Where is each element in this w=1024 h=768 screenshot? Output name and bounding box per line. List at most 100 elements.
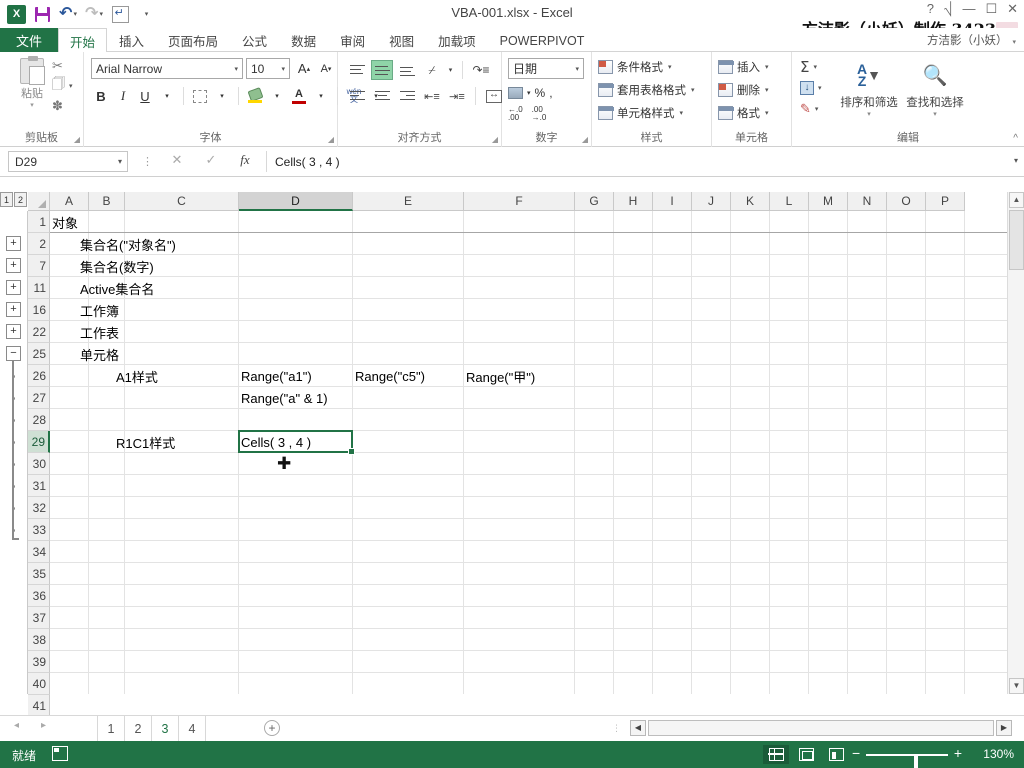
column-header-M[interactable]: M — [809, 192, 848, 211]
horizontal-scrollbar[interactable]: ◀ ▶ — [630, 720, 1012, 737]
tab-page-layout[interactable]: 页面布局 — [156, 28, 230, 52]
vertical-scrollbar[interactable]: ▲ ▼ — [1007, 192, 1024, 694]
column-header-O[interactable]: O — [887, 192, 926, 211]
row-header-22[interactable]: 22 — [28, 321, 50, 343]
cut-button[interactable]: ✂ — [52, 56, 82, 76]
alignment-dialog-launcher-icon[interactable]: ◢ — [492, 135, 498, 144]
italic-button[interactable]: I — [113, 85, 133, 107]
column-header-C[interactable]: C — [125, 192, 239, 211]
scroll-left-icon[interactable]: ◀ — [630, 720, 646, 736]
row-header-39[interactable]: 39 — [28, 651, 50, 673]
column-header-D[interactable]: D — [239, 192, 353, 211]
cell[interactable]: Range("c5") — [355, 365, 425, 387]
cell[interactable]: 集合名("对象名") — [80, 233, 176, 255]
chevron-down-icon[interactable]: ▾ — [311, 85, 331, 107]
find-select-button[interactable]: 🔍 查找和选择 ▾ — [904, 56, 966, 119]
font-size-combo[interactable]: 10 ▾ — [246, 58, 290, 79]
cell[interactable]: R1C1样式 — [116, 431, 175, 453]
column-header-E[interactable]: E — [353, 192, 464, 211]
comma-style-button[interactable]: , — [549, 83, 552, 102]
cell[interactable]: Range("甲") — [466, 365, 535, 387]
format-as-table-button[interactable]: 套用表格格式 ▾ — [598, 82, 695, 98]
close-icon[interactable]: ✕ — [1007, 2, 1018, 15]
outline-expand-button[interactable]: + — [6, 324, 21, 339]
row-header-30[interactable]: 30 — [28, 453, 50, 475]
sheet-tab-1[interactable]: 1 — [97, 716, 125, 742]
bold-button[interactable]: B — [91, 85, 111, 107]
increase-indent-button[interactable]: ⇥≡ — [446, 86, 468, 106]
row-header-26[interactable]: 26 — [28, 365, 50, 387]
row-header-2[interactable]: 2 — [28, 233, 50, 255]
column-header-P[interactable]: P — [926, 192, 965, 211]
row-header-40[interactable]: 40 — [28, 673, 50, 695]
fill-button[interactable]: ↓ ▾ — [800, 77, 822, 98]
font-dialog-launcher-icon[interactable]: ◢ — [328, 135, 334, 144]
cell[interactable]: 工作簿 — [80, 299, 119, 321]
sheet-tab-2[interactable]: 2 — [124, 716, 152, 742]
align-center-button[interactable] — [371, 86, 393, 106]
align-middle-button[interactable] — [371, 60, 393, 80]
page-layout-view-button[interactable] — [793, 745, 819, 764]
font-name-combo[interactable]: Arial Narrow ▾ — [91, 58, 243, 79]
scroll-right-icon[interactable]: ▶ — [996, 720, 1012, 736]
align-left-button[interactable] — [346, 86, 368, 106]
row-header-25[interactable]: 25 — [28, 343, 50, 365]
zoom-out-button[interactable]: − — [852, 745, 860, 761]
restore-icon[interactable]: ☐ — [985, 2, 997, 15]
zoom-slider[interactable]: − + — [852, 745, 962, 768]
row-header-32[interactable]: 32 — [28, 497, 50, 519]
row-header-41[interactable]: 41 — [28, 695, 50, 717]
cell[interactable]: Range("a1") — [241, 365, 312, 387]
chevron-down-icon[interactable]: ▾ — [267, 85, 287, 107]
minimize-icon[interactable]: — — [962, 2, 975, 15]
cell[interactable]: 集合名(数字) — [80, 255, 154, 277]
vertical-scroll-thumb[interactable] — [1009, 210, 1024, 270]
collapse-ribbon-icon[interactable]: ^ — [1013, 133, 1018, 144]
zoom-thumb[interactable] — [913, 755, 918, 768]
tab-formulas[interactable]: 公式 — [230, 28, 279, 52]
outline-collapse-button[interactable]: − — [6, 346, 21, 361]
cell-area[interactable]: 对象 集合名("对象名") 集合名(数字) Active集合名 工作簿 工作表 单元格 A1样… — [50, 211, 1007, 694]
tab-file[interactable]: 文件 — [0, 28, 58, 52]
outline-level-2-button[interactable]: 2 — [14, 192, 27, 207]
tab-view[interactable]: 视图 — [377, 28, 426, 52]
cell[interactable]: A1样式 — [116, 365, 158, 387]
underline-button[interactable]: U — [135, 85, 155, 107]
horizontal-split-handle[interactable]: ⋮ — [612, 723, 621, 734]
percent-style-button[interactable]: % — [535, 83, 546, 102]
row-header-31[interactable]: 31 — [28, 475, 50, 497]
copy-button[interactable]: 🗍 ▾ — [52, 76, 82, 96]
chevron-down-icon[interactable]: ▾ — [446, 60, 455, 80]
column-header-H[interactable]: H — [614, 192, 653, 211]
align-right-button[interactable] — [396, 86, 418, 106]
tab-powerpivot[interactable]: POWERPIVOT — [488, 28, 597, 52]
chevron-down-icon[interactable]: ▾ — [157, 85, 177, 107]
cell[interactable]: Range("a" & 1) — [241, 387, 328, 409]
row-header-11[interactable]: 11 — [28, 277, 50, 299]
row-header-35[interactable]: 35 — [28, 563, 50, 585]
row-header-16[interactable]: 16 — [28, 299, 50, 321]
zoom-track[interactable] — [866, 754, 948, 768]
number-dialog-launcher-icon[interactable]: ◢ — [582, 135, 588, 144]
insert-function-icon[interactable]: fx — [228, 152, 262, 168]
column-header-I[interactable]: I — [653, 192, 692, 211]
row-header-38[interactable]: 38 — [28, 629, 50, 651]
decrease-indent-button[interactable]: ⇤≡ — [421, 86, 443, 106]
scroll-up-icon[interactable]: ▲ — [1009, 192, 1024, 208]
confirm-formula-icon[interactable]: ✓ — [194, 152, 228, 168]
tab-insert[interactable]: 插入 — [107, 28, 156, 52]
cell[interactable]: 工作表 — [80, 321, 119, 343]
borders-button[interactable] — [190, 85, 210, 107]
tab-data[interactable]: 数据 — [279, 28, 328, 52]
ribbon-display-icon[interactable]: ⎷ — [944, 2, 952, 15]
cell-selection-box[interactable] — [238, 430, 355, 455]
accounting-format-button[interactable] — [508, 83, 523, 102]
number-format-combo[interactable]: 日期 ▾ — [508, 58, 584, 79]
orientation-button[interactable]: ⌿ — [421, 60, 443, 80]
formula-input[interactable]: Cells( 3 , 4 ) — [266, 151, 998, 172]
align-bottom-button[interactable] — [396, 60, 418, 80]
page-break-view-button[interactable] — [823, 745, 849, 764]
row-header-27[interactable]: 27 — [28, 387, 50, 409]
cell-styles-button[interactable]: 单元格样式 ▾ — [598, 105, 683, 121]
cancel-formula-icon[interactable]: ✕ — [160, 152, 194, 168]
